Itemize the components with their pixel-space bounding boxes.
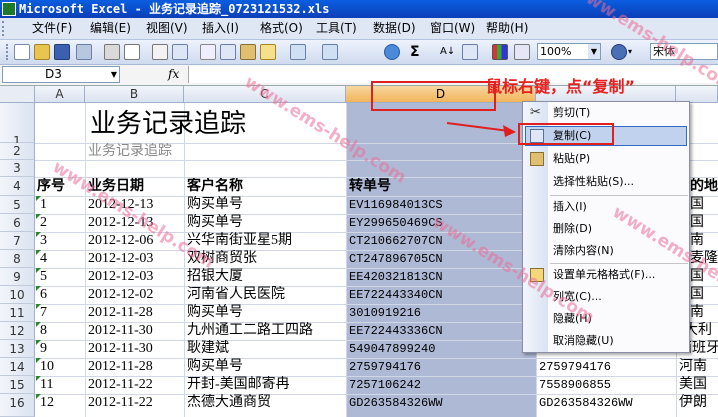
annotation-arrow — [446, 122, 516, 137]
annotation-arrow-head — [503, 125, 516, 137]
annotation-arrow-shaft — [446, 122, 510, 132]
